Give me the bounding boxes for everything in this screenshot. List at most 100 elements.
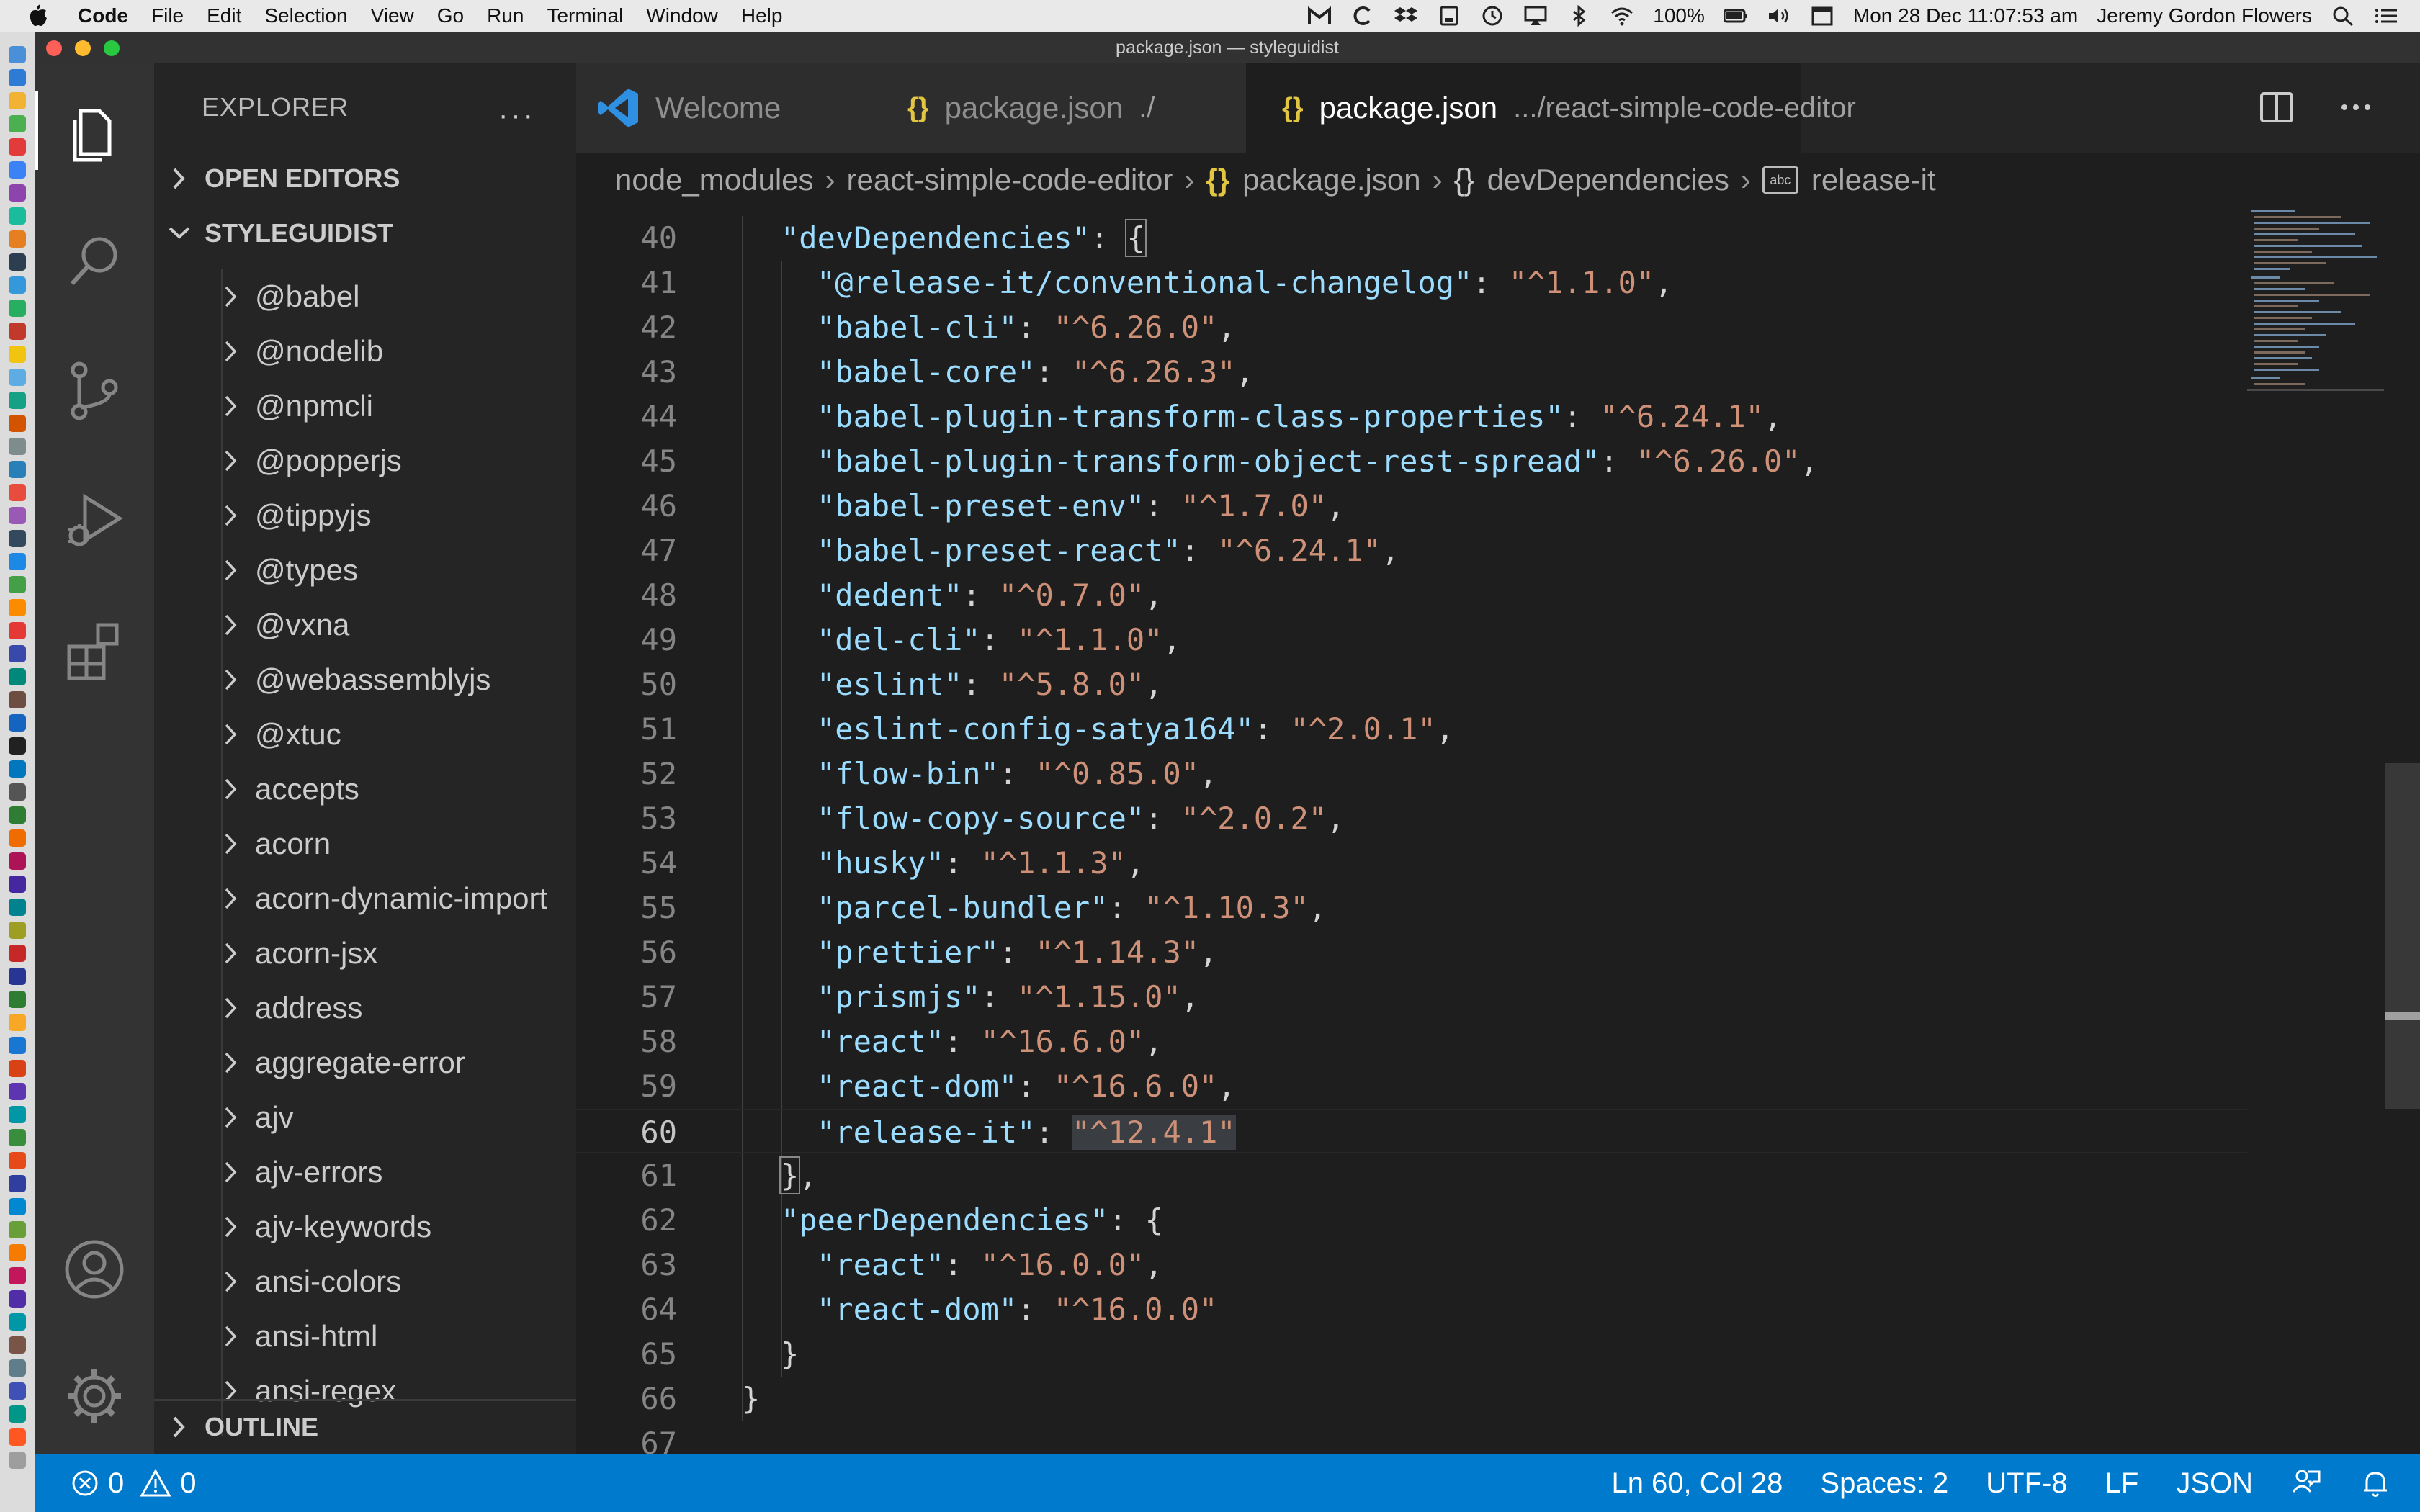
dock-app-icon[interactable] bbox=[9, 207, 26, 225]
extensions-activity[interactable] bbox=[35, 596, 154, 704]
tree-folder-item[interactable]: aggregate-error bbox=[154, 1035, 576, 1090]
tree-folder-item[interactable]: @nodelib bbox=[154, 324, 576, 379]
dock-app-icon[interactable] bbox=[9, 369, 26, 386]
code-line[interactable]: 63 "react": "^16.0.0", bbox=[576, 1243, 2247, 1287]
dock-app-icon[interactable] bbox=[9, 1428, 26, 1446]
dock-app-icon[interactable] bbox=[9, 346, 26, 363]
menu-terminal[interactable]: Terminal bbox=[547, 0, 623, 32]
tab-welcome[interactable]: Welcome bbox=[576, 63, 871, 153]
split-editor-icon[interactable] bbox=[2259, 89, 2295, 125]
problems-indicator[interactable]: 0 0 bbox=[71, 1467, 197, 1500]
dock-app-icon[interactable] bbox=[9, 668, 26, 685]
dock-app-icon[interactable] bbox=[9, 576, 26, 593]
dock-app-icon[interactable] bbox=[9, 876, 26, 893]
menu-edit[interactable]: Edit bbox=[207, 0, 241, 32]
menu-help[interactable]: Help bbox=[741, 0, 783, 32]
menu-app-name[interactable]: Code bbox=[78, 0, 128, 32]
code-line[interactable]: 55 "parcel-bundler": "^1.10.3", bbox=[576, 886, 2247, 930]
explorer-activity[interactable] bbox=[35, 78, 154, 186]
run-debug-activity[interactable] bbox=[35, 467, 154, 575]
zoom-window-button[interactable] bbox=[104, 40, 120, 56]
more-actions-icon[interactable] bbox=[2338, 89, 2374, 125]
code-line[interactable]: 46 "babel-preset-env": "^1.7.0", bbox=[576, 484, 2247, 528]
dock-app-icon[interactable] bbox=[9, 1290, 26, 1308]
breadcrumb-item[interactable]: react-simple-code-editor bbox=[847, 163, 1173, 197]
calendar-icon[interactable] bbox=[1810, 5, 1834, 27]
code-line[interactable]: 60 "release-it": "^12.4.1" bbox=[576, 1109, 2247, 1153]
dock-app-icon[interactable] bbox=[9, 1060, 26, 1077]
drive-icon[interactable] bbox=[1437, 5, 1461, 27]
dock-app-icon[interactable] bbox=[9, 1152, 26, 1169]
cursor-position[interactable]: Ln 60, Col 28 bbox=[1611, 1467, 1783, 1500]
dock-app-icon[interactable] bbox=[9, 69, 26, 86]
code-line[interactable]: 44 "babel-plugin-transform-class-properti… bbox=[576, 395, 2247, 439]
scrollbar-thumb[interactable] bbox=[2385, 763, 2420, 1109]
dock-app-icon[interactable] bbox=[9, 968, 26, 985]
code-line[interactable]: 51 "eslint-config-satya164": "^2.0.1", bbox=[576, 707, 2247, 752]
minimize-window-button[interactable] bbox=[75, 40, 91, 56]
dock-app-icon[interactable] bbox=[9, 184, 26, 202]
indentation[interactable]: Spaces: 2 bbox=[1820, 1467, 1948, 1500]
code-line[interactable]: 42 "babel-cli": "^6.26.0", bbox=[576, 305, 2247, 350]
encoding[interactable]: UTF-8 bbox=[1986, 1467, 2067, 1500]
code-line[interactable]: 62 "peerDependencies": { bbox=[576, 1198, 2247, 1243]
explorer-more-actions[interactable]: ··· bbox=[498, 99, 536, 132]
dock-app-icon[interactable] bbox=[9, 1267, 26, 1284]
dock-app-icon[interactable] bbox=[9, 1129, 26, 1146]
tree-folder-item[interactable]: accepts bbox=[154, 762, 576, 816]
dock-app-icon[interactable] bbox=[9, 484, 26, 501]
code-line[interactable]: 50 "eslint": "^5.8.0", bbox=[576, 662, 2247, 707]
notification-center-icon[interactable] bbox=[2374, 5, 2398, 27]
dock-app-icon[interactable] bbox=[9, 392, 26, 409]
source-control-activity[interactable] bbox=[35, 337, 154, 445]
tree-folder-item[interactable]: @vxna bbox=[154, 598, 576, 652]
open-editors-section[interactable]: OPEN EDITORS bbox=[154, 151, 576, 206]
dock-app-icon[interactable] bbox=[9, 922, 26, 939]
dock-app-icon[interactable] bbox=[9, 1452, 26, 1469]
code-line[interactable]: 40 "devDependencies": { bbox=[576, 216, 2247, 261]
breadcrumb-item[interactable]: release-it bbox=[1811, 163, 1936, 197]
tree-folder-item[interactable]: address bbox=[154, 981, 576, 1035]
menu-view[interactable]: View bbox=[371, 0, 414, 32]
dock-app-icon[interactable] bbox=[9, 1083, 26, 1100]
airplay-icon[interactable] bbox=[1523, 5, 1548, 27]
code-line[interactable]: 64 "react-dom": "^16.0.0" bbox=[576, 1287, 2247, 1332]
tab-package-json-root[interactable]: {} package.json ./ bbox=[871, 63, 1246, 153]
dock-app-icon[interactable] bbox=[9, 622, 26, 639]
dock-app-icon[interactable] bbox=[9, 691, 26, 708]
accounts-activity[interactable] bbox=[35, 1215, 154, 1323]
dock-app-icon[interactable] bbox=[9, 1405, 26, 1423]
minimap[interactable] bbox=[2247, 207, 2384, 409]
dock-app-icon[interactable] bbox=[9, 806, 26, 824]
dock-app-icon[interactable] bbox=[9, 276, 26, 294]
dock-app-icon[interactable] bbox=[9, 507, 26, 524]
dock-app-icon[interactable] bbox=[9, 783, 26, 801]
battery-icon[interactable] bbox=[1723, 5, 1748, 27]
dock-app-icon[interactable] bbox=[9, 645, 26, 662]
language-mode[interactable]: JSON bbox=[2176, 1467, 2253, 1500]
code-line[interactable]: 59 "react-dom": "^16.6.0", bbox=[576, 1064, 2247, 1109]
dock-app-icon[interactable] bbox=[9, 599, 26, 616]
dock-app-icon[interactable] bbox=[9, 1106, 26, 1123]
menu-go[interactable]: Go bbox=[437, 0, 464, 32]
dock-app-icon[interactable] bbox=[9, 300, 26, 317]
code-line[interactable]: 57 "prismjs": "^1.15.0", bbox=[576, 975, 2247, 1020]
code-line[interactable]: 53 "flow-copy-source": "^2.0.2", bbox=[576, 796, 2247, 841]
menubar-user[interactable]: Jeremy Gordon Flowers bbox=[2097, 4, 2312, 27]
tree-folder-item[interactable]: @npmcli bbox=[154, 379, 576, 433]
dock-app-icon[interactable] bbox=[9, 829, 26, 847]
dock-app-icon[interactable] bbox=[9, 1175, 26, 1192]
close-window-button[interactable] bbox=[46, 40, 62, 56]
tree-folder-item[interactable]: acorn-dynamic-import bbox=[154, 871, 576, 926]
dock-app-icon[interactable] bbox=[9, 1198, 26, 1215]
tree-folder-item[interactable]: @popperjs bbox=[154, 433, 576, 488]
menu-run[interactable]: Run bbox=[487, 0, 524, 32]
dock-app-icon[interactable] bbox=[9, 1382, 26, 1400]
apple-logo-icon[interactable] bbox=[29, 4, 48, 26]
manage-activity[interactable] bbox=[35, 1342, 154, 1450]
menu-selection[interactable]: Selection bbox=[264, 0, 347, 32]
code-line[interactable]: 43 "babel-core": "^6.26.3", bbox=[576, 350, 2247, 395]
tree-folder-item[interactable]: ajv bbox=[154, 1090, 576, 1145]
outline-section[interactable]: OUTLINE bbox=[154, 1400, 576, 1454]
code-line[interactable]: 67 bbox=[576, 1421, 2247, 1454]
